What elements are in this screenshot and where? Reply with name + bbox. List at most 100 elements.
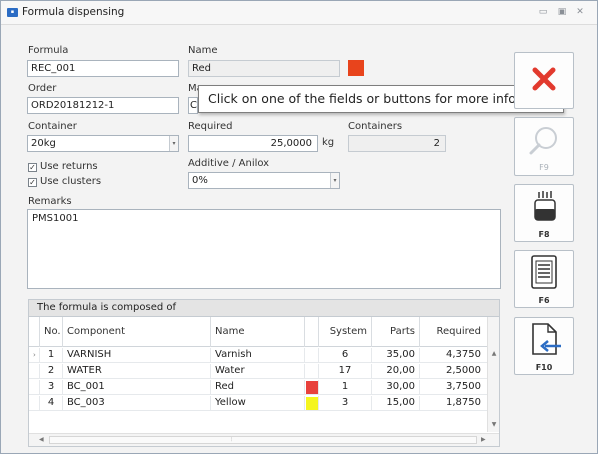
cell-required: 3,7500 (419, 380, 485, 395)
color-swatch (348, 60, 364, 76)
table-row[interactable]: › 1 VARNISH Varnish 6 35,00 4,3750 (29, 348, 499, 363)
cell-component: VARNISH (62, 348, 210, 363)
document-import-icon (532, 323, 561, 355)
row-indicator (29, 364, 39, 379)
cell-name: Yellow (210, 396, 304, 411)
cell-component: BC_003 (62, 396, 210, 411)
scroll-right-icon[interactable]: ▶ (481, 436, 486, 443)
column-header-name[interactable]: Name (210, 317, 304, 347)
key-f6: F6 (538, 296, 550, 305)
scroll-left-icon[interactable]: ◀ (39, 436, 44, 443)
table-row[interactable]: 4 BC_003 Yellow 3 15,00 1,8750 (29, 396, 499, 411)
document-list-icon (531, 255, 557, 289)
table-row[interactable]: 3 BC_001 Red 1 30,00 3,7500 (29, 380, 499, 395)
key-f10: F10 (535, 363, 553, 372)
cancel-x-icon (532, 67, 556, 91)
scroll-thumb[interactable] (49, 436, 477, 444)
color-swatch (306, 397, 318, 410)
grid-header: No. Component Name System Parts Required (29, 317, 499, 347)
chevron-down-icon[interactable]: ▾ (330, 173, 339, 188)
use-clusters-checkbox[interactable]: ✓ Use clusters (28, 176, 101, 187)
remarks-textarea[interactable]: PMS1001 (27, 209, 501, 289)
chevron-down-icon[interactable]: ▾ (169, 136, 178, 151)
cell-component: WATER (62, 364, 210, 379)
cell-component: BC_001 (62, 380, 210, 395)
order-field[interactable]: ORD20181212-1 (27, 97, 179, 114)
container-value: 20kg (31, 138, 56, 149)
formula-components-grid: The formula is composed of No. Component… (28, 299, 500, 447)
order-label: Order (28, 83, 57, 94)
column-header-system[interactable]: System (318, 317, 371, 347)
table-row[interactable]: 2 WATER Water 17 20,00 2,5000 (29, 364, 499, 379)
formula-label: Formula (28, 45, 69, 56)
use-clusters-box[interactable]: ✓ (28, 178, 37, 187)
row-indicator (29, 396, 39, 411)
machine-field[interactable]: C( (188, 97, 198, 114)
required-unit: kg (322, 137, 335, 148)
use-returns-box[interactable]: ✓ (28, 163, 37, 172)
grid-caption: The formula is composed of (29, 300, 499, 317)
container-dropdown[interactable]: 20kg ▾ (27, 135, 179, 152)
search-button[interactable]: F9 (514, 117, 574, 176)
dispense-button[interactable]: F8 (514, 184, 574, 242)
column-header-no[interactable]: No. (39, 317, 62, 347)
import-button[interactable]: F10 (514, 317, 574, 375)
container-label: Container (28, 121, 77, 132)
minimize-icon[interactable]: ▭ (537, 6, 549, 18)
cell-required: 2,5000 (419, 364, 485, 379)
name-field[interactable]: Red (188, 60, 340, 77)
cell-no: 3 (39, 380, 62, 395)
cell-color (304, 380, 318, 395)
required-label: Required (188, 121, 233, 132)
container-dispense-icon (534, 191, 556, 221)
cell-color (304, 348, 318, 363)
cell-parts: 35,00 (371, 348, 419, 363)
horizontal-scrollbar[interactable]: ◀ ⦙ ▶ (29, 433, 499, 446)
cell-required: 4,3750 (419, 348, 485, 363)
cell-color (304, 396, 318, 411)
key-f9: F9 (539, 163, 549, 172)
close-icon[interactable]: ✕ (574, 6, 586, 18)
formula-dispensing-window: ▪ Formula dispensing ▭ ▣ ✕ Formula REC_0… (0, 0, 598, 454)
scroll-down-icon[interactable]: ▼ (488, 421, 500, 428)
column-header-required[interactable]: Required (419, 317, 485, 347)
use-returns-checkbox[interactable]: ✓ Use returns (28, 161, 98, 172)
additive-label: Additive / Anilox (188, 158, 270, 169)
cell-system: 1 (318, 380, 371, 395)
cell-system: 6 (318, 348, 371, 363)
vertical-scrollbar[interactable]: ▲ ▼ (487, 317, 499, 432)
scroll-up-icon[interactable]: ▲ (488, 350, 500, 357)
column-header-component[interactable]: Component (62, 317, 210, 347)
cell-no: 4 (39, 396, 62, 411)
formula-field[interactable]: REC_001 (27, 60, 179, 77)
grip-icon: ⦙ (231, 436, 233, 443)
cell-name: Water (210, 364, 304, 379)
details-button[interactable]: F6 (514, 250, 574, 308)
column-header-color[interactable] (304, 317, 318, 347)
app-icon: ▪ (7, 8, 18, 17)
column-header-parts[interactable]: Parts (371, 317, 419, 347)
row-indicator-header (29, 317, 39, 347)
cell-no: 2 (39, 364, 62, 379)
cell-parts: 30,00 (371, 380, 419, 395)
help-tooltip: Click on one of the fields or buttons fo… (198, 85, 569, 113)
containers-label: Containers (348, 121, 403, 132)
additive-dropdown[interactable]: 0% ▾ (188, 172, 340, 189)
cancel-button[interactable] (514, 52, 574, 109)
cell-required: 1,8750 (419, 396, 485, 411)
cell-name: Red (210, 380, 304, 395)
maximize-icon[interactable]: ▣ (556, 6, 568, 18)
cell-no: 1 (39, 348, 62, 363)
magnifier-icon (529, 127, 557, 155)
required-field[interactable]: 25,0000 (188, 135, 318, 152)
name-label: Name (188, 45, 218, 56)
cell-color (304, 364, 318, 379)
cell-name: Varnish (210, 348, 304, 363)
containers-field[interactable]: 2 (348, 135, 446, 152)
use-returns-label: Use returns (40, 161, 98, 172)
row-indicator (29, 380, 39, 395)
title-bar: ▪ Formula dispensing ▭ ▣ ✕ (1, 1, 597, 25)
cell-system: 3 (318, 396, 371, 411)
cell-system: 17 (318, 364, 371, 379)
window-title: Formula dispensing (22, 6, 125, 18)
